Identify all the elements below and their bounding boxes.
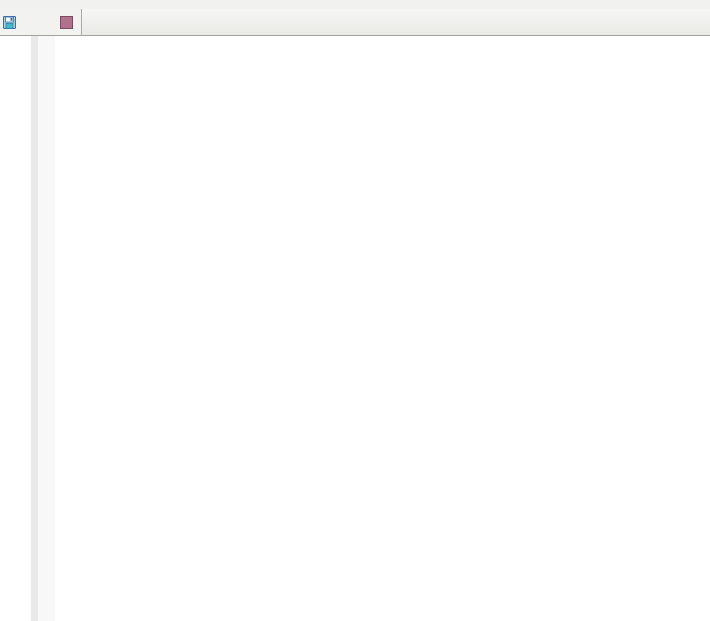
code-editor[interactable] bbox=[0, 36, 710, 621]
active-tab-accent bbox=[0, 9, 80, 12]
fold-margin bbox=[38, 36, 55, 621]
tab-bar bbox=[0, 9, 710, 36]
tab-close-icon[interactable] bbox=[60, 16, 73, 29]
tab-item-xml[interactable] bbox=[0, 9, 82, 35]
bookmark-margin bbox=[31, 36, 38, 621]
save-icon bbox=[3, 16, 16, 29]
notepadpp-window bbox=[0, 0, 710, 621]
